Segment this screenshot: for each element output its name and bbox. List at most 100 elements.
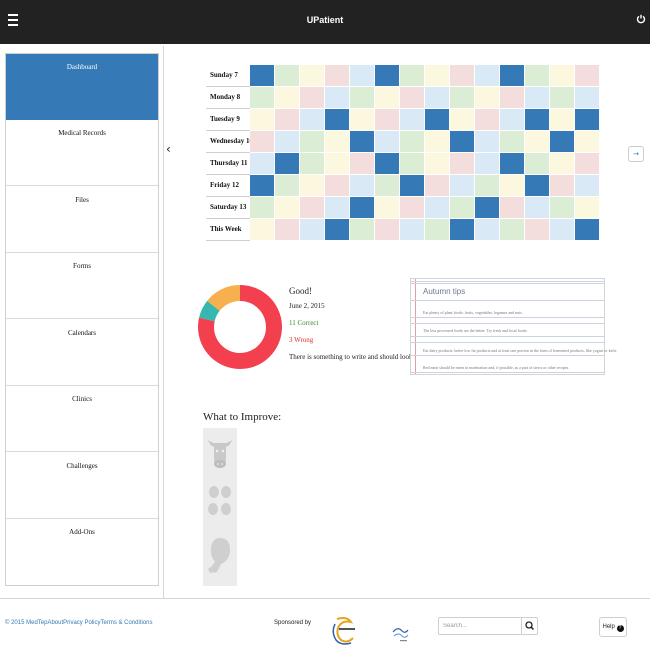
calendar-cell[interactable] xyxy=(525,219,550,240)
calendar-cell[interactable] xyxy=(250,219,275,240)
calendar-cell[interactable] xyxy=(500,65,525,86)
calendar-cell[interactable] xyxy=(325,197,350,218)
calendar-cell[interactable] xyxy=(325,219,350,240)
calendar-cell[interactable] xyxy=(525,197,550,218)
calendar-cell[interactable] xyxy=(500,175,525,196)
calendar-cell[interactable] xyxy=(300,131,325,152)
calendar-cell[interactable] xyxy=(450,87,475,108)
privacy-policy-link[interactable]: Privacy Policy xyxy=(63,620,100,626)
calendar-cell[interactable] xyxy=(450,65,475,86)
calendar-cell[interactable] xyxy=(325,109,350,130)
calendar-cell[interactable] xyxy=(500,109,525,130)
calendar-cell[interactable] xyxy=(450,153,475,174)
calendar-cell[interactable] xyxy=(475,219,500,240)
calendar-cell[interactable] xyxy=(475,131,500,152)
calendar-cell[interactable] xyxy=(550,219,575,240)
calendar-cell[interactable] xyxy=(525,131,550,152)
calendar-cell[interactable] xyxy=(400,197,425,218)
calendar-cell[interactable] xyxy=(275,219,300,240)
calendar-cell[interactable] xyxy=(400,175,425,196)
calendar-cell[interactable] xyxy=(575,109,600,130)
sidebar-item-clinics[interactable]: Clinics xyxy=(6,386,158,452)
calendar-cell[interactable] xyxy=(325,65,350,86)
calendar-cell[interactable] xyxy=(550,175,575,196)
calendar-cell[interactable] xyxy=(425,219,450,240)
power-icon[interactable] xyxy=(636,14,646,24)
calendar-cell[interactable] xyxy=(550,109,575,130)
calendar-cell[interactable] xyxy=(425,109,450,130)
calendar-cell[interactable] xyxy=(450,197,475,218)
sidebar-item-forms[interactable]: Forms xyxy=(6,253,158,319)
calendar-cell[interactable] xyxy=(475,87,500,108)
calendar-cell[interactable] xyxy=(300,153,325,174)
calendar-cell[interactable] xyxy=(400,153,425,174)
calendar-cell[interactable] xyxy=(250,65,275,86)
calendar-cell[interactable] xyxy=(550,197,575,218)
calendar-cell[interactable] xyxy=(525,65,550,86)
calendar-cell[interactable] xyxy=(400,131,425,152)
calendar-cell[interactable] xyxy=(375,87,400,108)
calendar-cell[interactable] xyxy=(425,65,450,86)
calendar-cell[interactable] xyxy=(575,197,600,218)
calendar-cell[interactable] xyxy=(400,219,425,240)
calendar-cell[interactable] xyxy=(300,175,325,196)
calendar-cell[interactable] xyxy=(575,153,600,174)
calendar-cell[interactable] xyxy=(275,87,300,108)
sidebar-item-dashboard[interactable]: Dashboard xyxy=(6,54,158,120)
calendar-cell[interactable] xyxy=(425,197,450,218)
calendar-cell[interactable] xyxy=(375,153,400,174)
calendar-cell[interactable] xyxy=(575,87,600,108)
calendar-cell[interactable] xyxy=(575,65,600,86)
calendar-cell[interactable] xyxy=(400,87,425,108)
calendar-cell[interactable] xyxy=(275,197,300,218)
calendar-cell[interactable] xyxy=(400,65,425,86)
calendar-cell[interactable] xyxy=(350,87,375,108)
calendar-cell[interactable] xyxy=(350,153,375,174)
calendar-cell[interactable] xyxy=(500,87,525,108)
chicken-leg-icon[interactable] xyxy=(206,534,234,582)
calendar-cell[interactable] xyxy=(525,87,550,108)
calendar-cell[interactable] xyxy=(500,219,525,240)
calendar-cell[interactable] xyxy=(300,219,325,240)
calendar-cell[interactable] xyxy=(500,131,525,152)
next-week-button[interactable]: → xyxy=(628,146,644,162)
calendar-cell[interactable] xyxy=(525,175,550,196)
calendar-cell[interactable] xyxy=(450,131,475,152)
calendar-cell[interactable] xyxy=(350,109,375,130)
calendar-cell[interactable] xyxy=(350,197,375,218)
calendar-cell[interactable] xyxy=(475,109,500,130)
calendar-cell[interactable] xyxy=(425,87,450,108)
calendar-cell[interactable] xyxy=(275,175,300,196)
calendar-cell[interactable] xyxy=(300,109,325,130)
calendar-cell[interactable] xyxy=(300,65,325,86)
calendar-cell[interactable] xyxy=(275,65,300,86)
calendar-cell[interactable] xyxy=(375,109,400,130)
calendar-cell[interactable] xyxy=(575,219,600,240)
calendar-cell[interactable] xyxy=(250,153,275,174)
calendar-cell[interactable] xyxy=(300,87,325,108)
calendar-cell[interactable] xyxy=(325,131,350,152)
calendar-cell[interactable] xyxy=(450,219,475,240)
calendar-cell[interactable] xyxy=(375,175,400,196)
calendar-cell[interactable] xyxy=(425,131,450,152)
calendar-cell[interactable] xyxy=(350,65,375,86)
calendar-cell[interactable] xyxy=(425,153,450,174)
calendar-cell[interactable] xyxy=(450,109,475,130)
calendar-cell[interactable] xyxy=(250,109,275,130)
sidebar-item-challenges[interactable]: Challenges xyxy=(6,453,158,519)
calendar-cell[interactable] xyxy=(350,131,375,152)
calendar-cell[interactable] xyxy=(450,175,475,196)
calendar-cell[interactable] xyxy=(250,131,275,152)
calendar-cell[interactable] xyxy=(250,87,275,108)
calendar-cell[interactable] xyxy=(525,153,550,174)
calendar-cell[interactable] xyxy=(575,175,600,196)
calendar-cell[interactable] xyxy=(275,109,300,130)
cow-icon[interactable] xyxy=(206,434,234,472)
sidebar-item-files[interactable]: Files xyxy=(6,187,158,253)
calendar-cell[interactable] xyxy=(375,197,400,218)
sidebar-item-medical-records[interactable]: Medical Records xyxy=(6,120,158,186)
calendar-cell[interactable] xyxy=(525,109,550,130)
calendar-cell[interactable] xyxy=(325,87,350,108)
calendar-cell[interactable] xyxy=(575,131,600,152)
calendar-cell[interactable] xyxy=(275,131,300,152)
